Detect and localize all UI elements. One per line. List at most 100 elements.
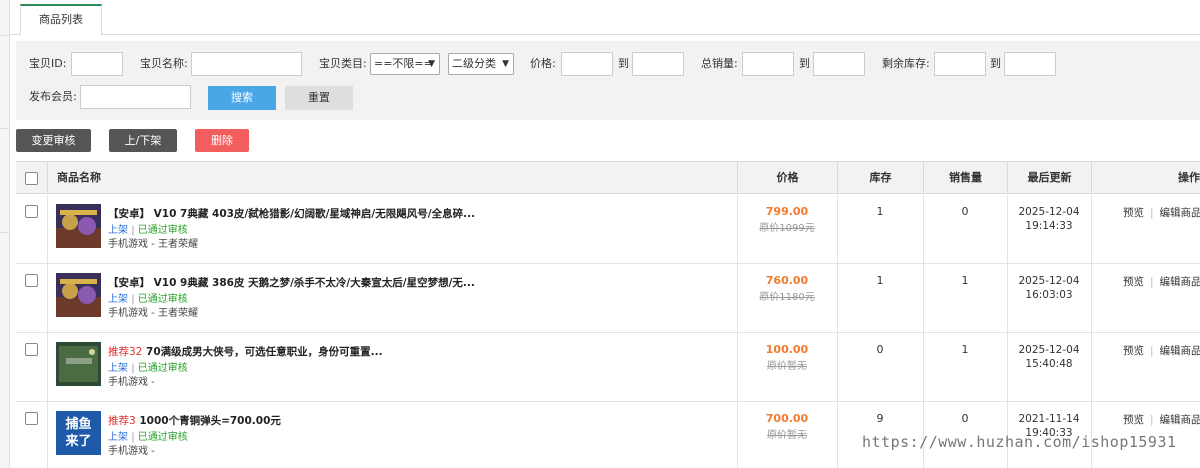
preview-link[interactable]: 预览 (1123, 207, 1144, 219)
delete-button[interactable]: 删除 (195, 129, 249, 152)
updated-value: 2025-12-04 15:40:48 (1007, 343, 1091, 371)
edit-product-link[interactable]: 编辑商品 (1160, 207, 1200, 219)
product-title-text: 【安卓】 V10 9典藏 386皮 天鹅之梦/杀手不太冷/大秦宣太后/星空梦想/… (108, 277, 475, 289)
sales-to-label: 到 (799, 57, 810, 70)
product-title-text: 1000个青铜弹头=700.00元 (139, 415, 281, 427)
table-header: 商品名称 价格 库存 销售量 最后更新 操作 (16, 162, 1200, 194)
edit-product-link[interactable]: 编辑商品 (1160, 276, 1200, 288)
search-panel: 宝贝ID: 宝贝名称: 宝贝类目: ==不限== ▼ 二级分类 ▼ 价格: 到 … (16, 41, 1200, 120)
price-min-input[interactable] (561, 52, 613, 76)
stock-label: 剩余库存: (882, 57, 930, 70)
product-status: 上架 | 已通过审核 (108, 290, 188, 305)
preview-link[interactable]: 预览 (1123, 276, 1144, 288)
price-max-input[interactable] (632, 52, 684, 76)
subcategory-select-value: 二级分类 (452, 57, 496, 70)
header-ops: 操作 (1091, 162, 1200, 194)
action-separator: | (1150, 414, 1154, 426)
row-actions: 预览 | 编辑商品 (1123, 343, 1200, 358)
product-thumbnail: 捕鱼 来了 (56, 411, 101, 455)
sales-min-input[interactable] (742, 52, 794, 76)
sidebar-divider (0, 35, 10, 36)
stock-min-input[interactable] (934, 52, 986, 76)
search-button[interactable]: 搜索 (208, 86, 276, 110)
price-value: 760.00 (765, 274, 809, 287)
sidebar-divider (0, 232, 10, 233)
updated-date: 2025-12-04 (1018, 206, 1080, 218)
select-cell (16, 402, 47, 468)
row-checkbox[interactable] (25, 205, 38, 218)
table-row: 【安卓】 V10 7典藏 403皮/弑枪猎影/幻阔歌/星域神启/无限飓风号/全息… (16, 195, 1200, 264)
stock-value: 9 (876, 412, 884, 425)
stock-value: 1 (876, 274, 884, 287)
row-actions: 预览 | 编辑商品 (1123, 412, 1200, 427)
tab-bar: 商品列表 (10, 0, 1200, 36)
product-category: 手机游戏 - (108, 377, 155, 388)
change-review-button[interactable]: 变更审核 (16, 129, 91, 152)
select-all-checkbox[interactable] (25, 172, 38, 185)
edit-product-link[interactable]: 编辑商品 (1160, 414, 1200, 426)
updated-time: 19:14:33 (1025, 220, 1073, 232)
product-title[interactable]: 推荐32 70满级成男大侠号，可选任意职业，身份可重置... (108, 344, 383, 359)
row-actions: 预览 | 编辑商品 (1123, 274, 1200, 289)
member-label: 发布会员: (29, 90, 77, 103)
subcategory-select[interactable]: 二级分类 ▼ (448, 53, 514, 75)
product-title[interactable]: 推荐3 1000个青铜弹头=700.00元 (108, 413, 281, 428)
thumbnail-text: 捕鱼 (65, 417, 92, 432)
row-checkbox[interactable] (25, 343, 38, 356)
updated-date: 2021-11-14 (1018, 413, 1080, 425)
action-separator: | (1150, 207, 1154, 219)
original-price: 原价暂无 (767, 361, 807, 372)
price-value: 100.00 (765, 343, 809, 356)
action-separator: | (1150, 276, 1154, 288)
reset-button[interactable]: 重置 (285, 86, 353, 110)
sales-value: 0 (961, 412, 969, 425)
price-to-label: 到 (618, 57, 629, 70)
original-price: 原价暂无 (767, 430, 807, 441)
watermark-text: https://www.huzhan.com/ishop15931 (862, 433, 1177, 451)
header-name: 商品名称 (47, 162, 737, 194)
stock-max-input[interactable] (1004, 52, 1056, 76)
header-updated: 最后更新 (1007, 162, 1091, 194)
member-input[interactable] (80, 85, 191, 109)
product-title-text: 【安卓】 V10 7典藏 403皮/弑枪猎影/幻阔歌/星域神启/无限飓风号/全息… (108, 208, 476, 220)
product-status: 上架 | 已通过审核 (108, 359, 188, 374)
toggle-shelf-button[interactable]: 上/下架 (109, 129, 177, 152)
product-title-text: 70满级成男大侠号，可选任意职业，身份可重置... (146, 346, 383, 358)
product-thumbnail (56, 204, 101, 248)
id-input[interactable] (71, 52, 123, 76)
product-category: 手机游戏 - 王者荣耀 (108, 239, 198, 250)
row-checkbox[interactable] (25, 274, 38, 287)
sales-value: 0 (961, 205, 969, 218)
updated-value: 2025-12-04 16:03:03 (1007, 274, 1091, 302)
stock-to-label: 到 (990, 57, 1001, 70)
recommend-tag: 推荐32 (108, 346, 143, 358)
stock-value: 0 (876, 343, 884, 356)
chevron-down-icon: ▼ (428, 59, 435, 69)
recommend-tag: 推荐3 (108, 415, 136, 427)
chevron-down-icon: ▼ (502, 59, 509, 69)
price-label: 价格: (530, 57, 556, 70)
updated-date: 2025-12-04 (1018, 344, 1080, 356)
tab-product-list[interactable]: 商品列表 (20, 4, 102, 36)
name-input[interactable] (191, 52, 302, 76)
product-title[interactable]: 【安卓】 V10 7典藏 403皮/弑枪猎影/幻阔歌/星域神启/无限飓风号/全息… (108, 206, 475, 221)
updated-time: 15:40:48 (1025, 358, 1073, 370)
product-thumbnail (56, 342, 101, 386)
header-select-cell (16, 162, 47, 194)
thumbnail-text: 来了 (65, 434, 92, 449)
category-label: 宝贝类目: (319, 57, 367, 70)
preview-link[interactable]: 预览 (1123, 414, 1144, 426)
price-value: 700.00 (765, 412, 809, 425)
header-price: 价格 (737, 162, 837, 194)
product-status: 上架 | 已通过审核 (108, 428, 188, 443)
row-checkbox[interactable] (25, 412, 38, 425)
product-thumbnail (56, 273, 101, 317)
name-label: 宝贝名称: (140, 57, 188, 70)
product-title[interactable]: 【安卓】 V10 9典藏 386皮 天鹅之梦/杀手不太冷/大秦宣太后/星空梦想/… (108, 275, 475, 290)
original-price: 原价1099元 (759, 223, 815, 234)
preview-link[interactable]: 预览 (1123, 345, 1144, 357)
category-select[interactable]: ==不限== ▼ (370, 53, 440, 75)
product-category: 手机游戏 - (108, 446, 155, 457)
sales-max-input[interactable] (813, 52, 865, 76)
edit-product-link[interactable]: 编辑商品 (1160, 345, 1200, 357)
